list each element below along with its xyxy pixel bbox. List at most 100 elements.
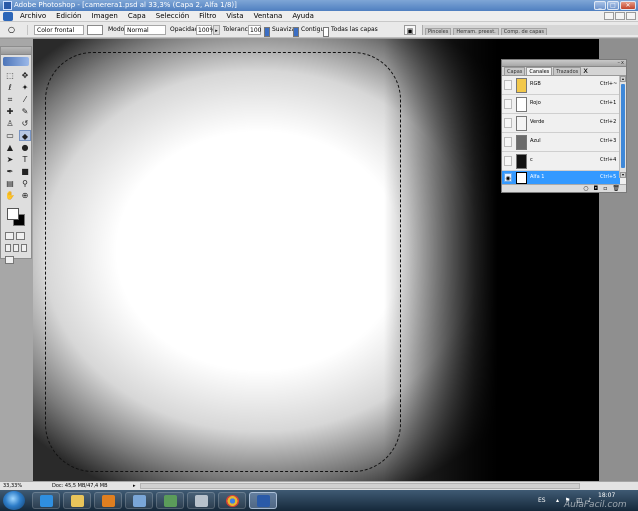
visibility-toggle[interactable] <box>504 156 512 166</box>
panel-close-icon[interactable]: x <box>583 66 588 75</box>
standard-mode-icon[interactable] <box>5 232 14 240</box>
channels-panel-header[interactable]: –x <box>502 60 626 67</box>
lasso-tool-icon[interactable]: ℓ <box>4 82 16 93</box>
eraser-tool-icon[interactable]: ▭ <box>4 130 16 141</box>
opacity-stepper[interactable]: ▸ <box>213 25 220 35</box>
slice-tool-icon[interactable]: ⁄ <box>19 94 31 105</box>
menu-vista[interactable]: Vista <box>221 11 248 22</box>
panel-window-buttons[interactable]: –x <box>618 60 625 66</box>
minimize-button[interactable]: _ <box>594 1 606 10</box>
opacity-input[interactable]: 100% <box>196 25 215 35</box>
taskbar-network[interactable] <box>156 492 184 509</box>
brush-tool-icon[interactable]: ✎ <box>19 106 31 117</box>
full-screen-menu-icon[interactable] <box>13 244 19 252</box>
palette-well-icon[interactable]: ▣ <box>404 25 416 35</box>
start-button[interactable] <box>3 491 25 510</box>
new-channel-icon[interactable]: ▫ <box>603 185 607 192</box>
jump-to-imageready-icon[interactable] <box>5 256 14 264</box>
blur-tool-icon[interactable]: ▲ <box>4 142 16 153</box>
clock[interactable]: 18:07 <box>598 492 615 499</box>
doc-restore-button[interactable] <box>615 12 625 20</box>
shape-tool-icon[interactable]: ■ <box>19 166 31 177</box>
dodge-tool-icon[interactable]: ● <box>19 142 31 153</box>
menu-filtro[interactable]: Filtro <box>194 11 221 22</box>
menu-edicion[interactable]: Edición <box>51 11 86 22</box>
adobe-online-icon[interactable] <box>3 57 29 66</box>
scroll-down-icon[interactable]: ▾ <box>620 172 626 178</box>
menu-capa[interactable]: Capa <box>123 11 151 22</box>
eyedropper-tool-icon[interactable]: ⚲ <box>19 178 31 189</box>
trash-icon[interactable]: 🗑 <box>612 185 620 192</box>
mode-select[interactable]: Normal <box>124 25 166 35</box>
notes-tool-icon[interactable]: ▤ <box>4 178 16 189</box>
taskbar-photoshop[interactable] <box>249 492 277 509</box>
tolerance-input[interactable]: 100 <box>248 25 261 35</box>
menu-imagen[interactable]: Imagen <box>87 11 123 22</box>
pen-tool-icon[interactable]: ✒ <box>4 166 16 177</box>
contiguous-checkbox[interactable] <box>293 27 299 37</box>
dock-tab-herramientas[interactable]: Herram. preest. <box>453 28 499 35</box>
zoom-tool-icon[interactable]: ⊕ <box>19 190 31 201</box>
taskbar-hard-disk[interactable] <box>187 492 215 509</box>
taskbar-chrome[interactable] <box>218 492 246 509</box>
clone-stamp-tool-icon[interactable]: ♙ <box>4 118 16 129</box>
visibility-toggle[interactable] <box>504 137 512 147</box>
scroll-up-icon[interactable]: ▴ <box>620 76 626 82</box>
channel-row-rgb[interactable]: RGB Ctrl+~ <box>502 76 620 95</box>
all-layers-checkbox[interactable] <box>323 27 329 37</box>
selection-circle-icon[interactable]: ○ <box>583 185 588 192</box>
menu-ventana[interactable]: Ventana <box>249 11 288 22</box>
healing-brush-tool-icon[interactable]: ✚ <box>4 106 16 117</box>
status-menu-icon[interactable]: ▸ <box>133 482 136 490</box>
quick-mask-mode-icon[interactable] <box>16 232 25 240</box>
history-brush-tool-icon[interactable]: ↺ <box>19 118 31 129</box>
foreground-color-swatch[interactable] <box>7 208 19 220</box>
menu-archivo[interactable]: Archivo <box>15 11 51 22</box>
channel-row-rojo[interactable]: Rojo Ctrl+1 <box>502 95 620 114</box>
zoom-level[interactable]: 33,33% <box>3 482 27 490</box>
channel-row-verde[interactable]: Verde Ctrl+2 <box>502 114 620 133</box>
type-tool-icon[interactable]: T <box>19 154 31 165</box>
taskbar-file-explorer[interactable] <box>63 492 91 509</box>
hand-tool-icon[interactable]: ✋ <box>4 190 16 201</box>
scrollbar-thumb[interactable] <box>621 84 625 168</box>
menu-ayuda[interactable]: Ayuda <box>287 11 319 22</box>
full-screen-icon[interactable] <box>21 244 27 252</box>
fill-source-select[interactable]: Color frontal <box>34 25 84 35</box>
smooth-checkbox[interactable] <box>264 27 270 37</box>
tools-panel-grip[interactable] <box>1 47 31 55</box>
taskbar-media-player[interactable] <box>94 492 122 509</box>
save-selection-icon[interactable]: ◘ <box>594 185 599 192</box>
tab-trazados[interactable]: Trazados <box>553 67 582 75</box>
document-info[interactable]: Doc: 45,5 MB/47,4 MB <box>52 482 108 490</box>
visibility-toggle[interactable] <box>504 80 512 90</box>
taskbar-paint[interactable] <box>125 492 153 509</box>
maximize-button[interactable]: □ <box>607 1 619 10</box>
paint-bucket-tool-icon[interactable]: ◆ <box>19 130 31 141</box>
channel-row-c[interactable]: c Ctrl+4 <box>502 152 620 171</box>
standard-screen-icon[interactable] <box>5 244 11 252</box>
menu-seleccion[interactable]: Selección <box>151 11 194 22</box>
tool-preset-picker[interactable] <box>8 25 28 35</box>
dock-tab-pinceles[interactable]: Pinceles <box>425 28 452 35</box>
close-button[interactable]: ✕ <box>620 1 636 10</box>
visibility-toggle[interactable] <box>504 118 512 128</box>
tab-capas[interactable]: Capas <box>504 67 526 75</box>
crop-tool-icon[interactable]: ⌗ <box>4 94 16 105</box>
app-menu-icon[interactable] <box>3 11 13 21</box>
tab-canales[interactable]: Canales <box>526 67 553 75</box>
move-tool-icon[interactable]: ✥ <box>19 70 31 81</box>
horizontal-scrollbar[interactable] <box>140 483 580 489</box>
eye-icon[interactable]: ◉ <box>504 173 512 182</box>
doc-close-button[interactable] <box>626 12 636 20</box>
doc-minimize-button[interactable] <box>604 12 614 20</box>
visibility-toggle[interactable] <box>504 99 512 109</box>
dock-tab-comp-capas[interactable]: Comp. de capas <box>500 28 548 35</box>
magic-wand-tool-icon[interactable]: ✦ <box>19 82 31 93</box>
channel-row-azul[interactable]: Azul Ctrl+3 <box>502 133 620 152</box>
language-indicator[interactable]: ES <box>538 497 546 504</box>
pattern-picker[interactable] <box>87 25 103 35</box>
taskbar-internet-explorer[interactable] <box>32 492 60 509</box>
channel-list-scrollbar[interactable]: ▴ ▾ <box>619 76 626 178</box>
channel-row-alfa-1[interactable]: ◉ Alfa 1 Ctrl+5 <box>502 171 620 185</box>
